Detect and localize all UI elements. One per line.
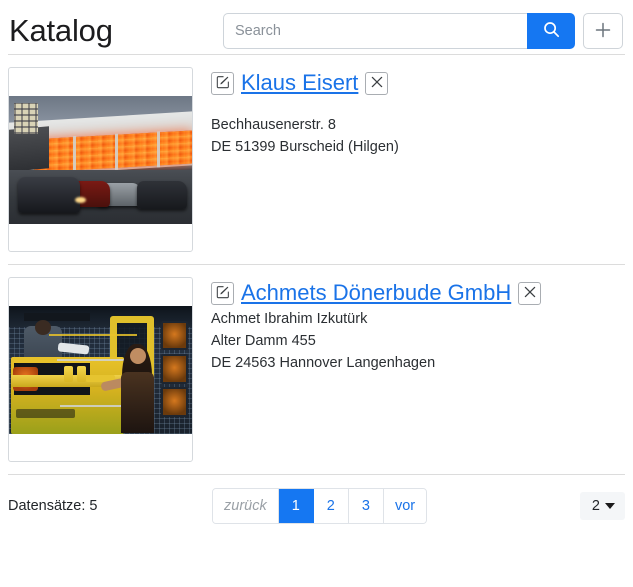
- pagination-page-3[interactable]: 3: [348, 489, 384, 523]
- search-input[interactable]: [223, 13, 527, 49]
- search-button[interactable]: [527, 13, 575, 49]
- pagination-page-2[interactable]: 2: [313, 489, 349, 523]
- page-size-value: 2: [591, 498, 600, 514]
- address-line: Bechhausenerstr. 8: [211, 117, 336, 133]
- record-thumbnail[interactable]: [8, 277, 193, 462]
- page-footer: Datensätze: 5 zurück 1 2 3 vor 2: [0, 475, 633, 537]
- record-title-row: Klaus Eisert: [211, 70, 625, 96]
- pagination-prev[interactable]: zurück: [213, 489, 279, 523]
- record-title-link[interactable]: Achmets Dönerbude GmbH: [241, 280, 511, 306]
- delete-record-button[interactable]: [365, 71, 389, 95]
- page-title: Katalog: [9, 13, 113, 48]
- record-body: Achmets Dönerbude GmbH Achmet Ibrahim Iz…: [193, 277, 625, 374]
- address-line: DE 51399 Burscheid (Hilgen): [211, 139, 399, 155]
- record-title-link[interactable]: Klaus Eisert: [241, 70, 358, 96]
- address-line: DE 24563 Hannover Langenhagen: [211, 355, 436, 371]
- record-address: Achmet Ibrahim Izkutürk Alter Damm 455 D…: [211, 308, 625, 374]
- foodtruck-photo: [9, 305, 192, 434]
- record-count-label: Datensätze: 5: [8, 498, 98, 514]
- record-title-row: Achmets Dönerbude GmbH: [211, 280, 625, 306]
- search-icon: [543, 21, 560, 41]
- header-tools: [223, 13, 624, 49]
- page-header: Katalog: [0, 0, 633, 54]
- page-size-selector[interactable]: 2: [579, 492, 625, 520]
- list-item: Klaus Eisert Bechhausenerstr. 8 DE 51399…: [0, 55, 633, 264]
- plus-icon: [594, 21, 612, 42]
- pagination-page-1[interactable]: 1: [278, 489, 314, 523]
- add-record-button[interactable]: [583, 13, 623, 49]
- caret-down-icon: [605, 503, 615, 509]
- pagination: zurück 1 2 3 vor: [212, 488, 428, 524]
- record-body: Klaus Eisert Bechhausenerstr. 8 DE 51399…: [193, 67, 625, 158]
- list-item: Achmets Dönerbude GmbH Achmet Ibrahim Iz…: [0, 265, 633, 474]
- edit-pencil-square-icon: [216, 285, 230, 302]
- delete-record-button[interactable]: [518, 281, 542, 305]
- record-thumbnail[interactable]: [8, 67, 193, 252]
- edit-pencil-square-icon: [216, 75, 230, 92]
- close-x-icon: [523, 285, 537, 302]
- search-group: [223, 13, 575, 49]
- close-x-icon: [370, 75, 384, 92]
- edit-record-button[interactable]: [211, 281, 234, 305]
- pagination-next[interactable]: vor: [383, 489, 427, 523]
- address-line: Alter Damm 455: [211, 333, 316, 349]
- edit-record-button[interactable]: [211, 71, 234, 95]
- dealership-photo: [9, 95, 192, 224]
- record-address: Bechhausenerstr. 8 DE 51399 Burscheid (H…: [211, 114, 625, 158]
- contact-name: Achmet Ibrahim Izkutürk: [211, 311, 368, 327]
